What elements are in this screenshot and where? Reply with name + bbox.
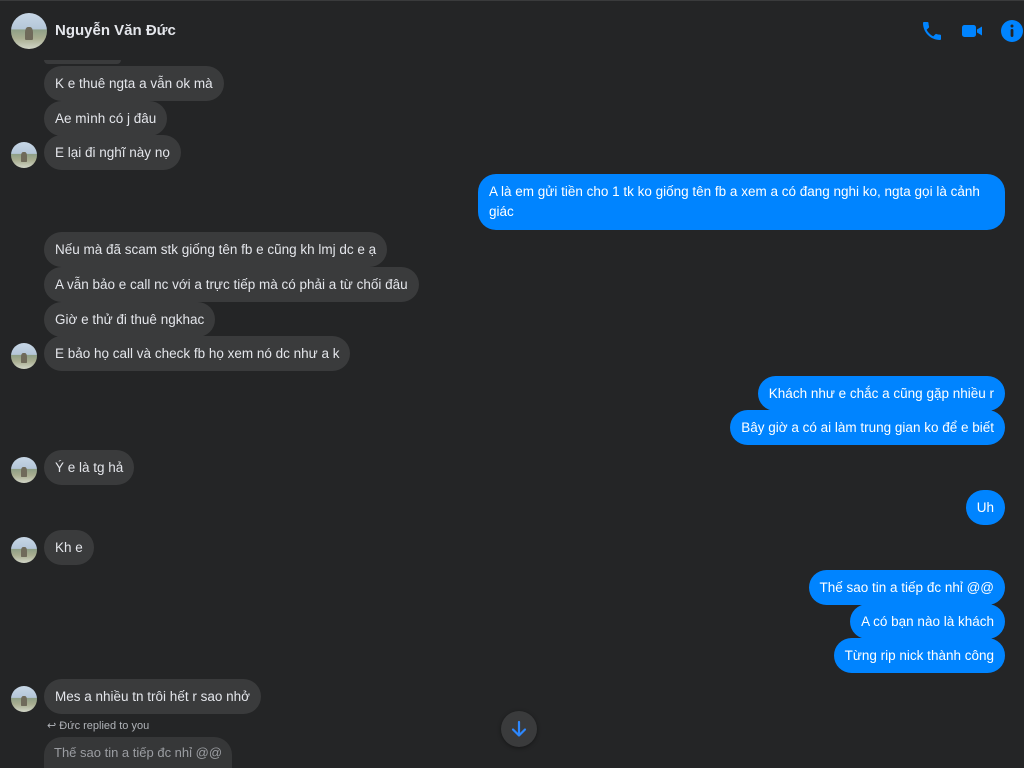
reply-indicator: ↩ Đức replied to you xyxy=(47,719,149,732)
contact-name[interactable]: Nguyễn Văn Đức xyxy=(55,22,176,39)
message-bubble-outgoing[interactable]: A có bạn nào là khách xyxy=(850,604,1005,639)
message-bubble-outgoing[interactable]: Từng rip nick thành công xyxy=(833,638,1005,673)
contact-avatar-small xyxy=(11,142,37,168)
message-bubble-incoming[interactable]: Ý e là tg hả xyxy=(44,450,135,485)
message-bubble-incoming[interactable]: A vẫn bảo e call nc với a trực tiếp mà c… xyxy=(44,267,419,302)
message-list[interactable]: K e thuê ngta a vẫn ok mà Ae mình có j đ… xyxy=(0,60,1024,768)
message-bubble-incoming[interactable]: Kh e xyxy=(44,530,94,565)
message-bubble-incoming[interactable]: E lại đi nghĩ này nọ xyxy=(44,135,181,170)
message-bubble-outgoing[interactable]: Uh xyxy=(965,490,1005,525)
quoted-reply-bubble[interactable]: Thế sao tin a tiếp đc nhỉ @@ xyxy=(44,737,233,768)
phone-icon[interactable] xyxy=(920,19,944,43)
reply-note-text: Đức replied to you xyxy=(59,720,150,732)
info-icon[interactable] xyxy=(1000,19,1024,43)
message-bubble-outgoing[interactable]: A là em gửi tiền cho 1 tk ko giống tên f… xyxy=(478,174,1005,230)
scroll-to-bottom-button[interactable] xyxy=(501,711,537,747)
message-bubble-incoming[interactable]: E bảo họ call và check fb họ xem nó dc n… xyxy=(44,336,351,371)
contact-avatar-small xyxy=(11,343,37,369)
message-bubble-incoming[interactable]: Mes a nhiều tn trôi hết r sao nhở xyxy=(44,679,261,714)
message-bubble-outgoing[interactable]: Khách như e chắc a cũng gặp nhiều r xyxy=(757,376,1005,411)
partial-message-bubble xyxy=(44,60,121,64)
contact-avatar-small xyxy=(11,457,37,483)
arrow-down-icon xyxy=(511,720,527,737)
video-camera-icon[interactable] xyxy=(960,19,984,43)
contact-avatar[interactable] xyxy=(11,13,47,49)
message-bubble-outgoing[interactable]: Thế sao tin a tiếp đc nhỉ @@ xyxy=(808,570,1005,605)
messenger-chat-window: Nguyễn Văn Đức K e thuê ngta a vẫn ok mà… xyxy=(0,0,1024,768)
chat-header: Nguyễn Văn Đức xyxy=(0,0,1024,60)
reply-arrow-icon: ↩ xyxy=(47,720,57,732)
contact-avatar-small xyxy=(11,686,37,712)
message-bubble-incoming[interactable]: Ae mình có j đâu xyxy=(44,101,168,136)
contact-avatar-small xyxy=(11,537,37,563)
message-bubble-incoming[interactable]: K e thuê ngta a vẫn ok mà xyxy=(44,66,224,101)
message-bubble-outgoing[interactable]: Bây giờ a có ai làm trung gian ko để e b… xyxy=(730,410,1005,445)
message-bubble-incoming[interactable]: Nếu mà đã scam stk giống tên fb e cũng k… xyxy=(44,232,388,267)
message-bubble-incoming[interactable]: Giờ e thử đi thuê ngkhac xyxy=(44,302,216,337)
